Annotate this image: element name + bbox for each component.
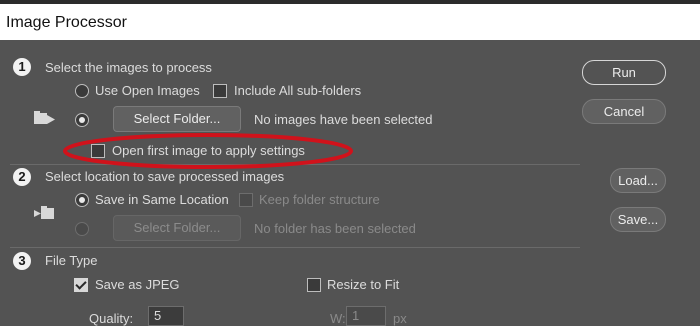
- section3-heading: File Type: [45, 253, 98, 268]
- resize-to-fit-label[interactable]: Resize to Fit: [327, 277, 399, 292]
- width-unit: px: [393, 311, 407, 326]
- save-as-jpeg-label[interactable]: Save as JPEG: [95, 277, 180, 292]
- quality-label: Quality:: [89, 311, 134, 326]
- section1-heading: Select the images to process: [45, 60, 212, 75]
- include-subfolders-checkbox[interactable]: [213, 84, 227, 98]
- section-divider-2: [10, 247, 580, 248]
- save-button[interactable]: Save...: [610, 207, 666, 232]
- folder-export-icon: [34, 206, 54, 219]
- step-number-2: 2: [13, 168, 31, 186]
- step-number-1: 1: [13, 58, 31, 76]
- resize-to-fit-checkbox[interactable]: [307, 278, 321, 292]
- keep-structure-checkbox[interactable]: [239, 193, 253, 207]
- section-divider-1: [10, 164, 580, 165]
- select-destination-radio[interactable]: [75, 222, 89, 236]
- include-subfolders-label[interactable]: Include All sub-folders: [234, 83, 361, 98]
- source-status-text: No images have been selected: [254, 112, 433, 127]
- keep-structure-label[interactable]: Keep folder structure: [259, 192, 380, 207]
- open-first-image-checkbox[interactable]: [91, 144, 105, 158]
- save-same-location-radio[interactable]: [75, 193, 89, 207]
- load-button[interactable]: Load...: [610, 168, 666, 193]
- select-source-folder-button[interactable]: Select Folder...: [113, 106, 241, 132]
- select-destination-folder-button[interactable]: Select Folder...: [113, 215, 241, 241]
- save-same-location-label[interactable]: Save in Same Location: [95, 192, 229, 207]
- use-open-images-radio[interactable]: [75, 84, 89, 98]
- select-folder-radio[interactable]: [75, 113, 89, 127]
- folder-import-icon: [34, 111, 55, 124]
- run-button[interactable]: Run: [582, 60, 666, 85]
- title-bar: Image Processor: [0, 0, 700, 40]
- cancel-button[interactable]: Cancel: [582, 99, 666, 124]
- quality-input[interactable]: 5: [148, 306, 184, 326]
- destination-status-text: No folder has been selected: [254, 221, 416, 236]
- section2-heading: Select location to save processed images: [45, 169, 285, 184]
- open-first-image-label[interactable]: Open first image to apply settings: [112, 143, 305, 158]
- use-open-images-label[interactable]: Use Open Images: [95, 83, 200, 98]
- width-label: W:: [330, 311, 346, 326]
- width-input[interactable]: 1: [346, 306, 386, 326]
- window-title: Image Processor: [6, 14, 127, 31]
- step-number-3: 3: [13, 252, 31, 270]
- save-as-jpeg-checkbox[interactable]: [74, 278, 88, 292]
